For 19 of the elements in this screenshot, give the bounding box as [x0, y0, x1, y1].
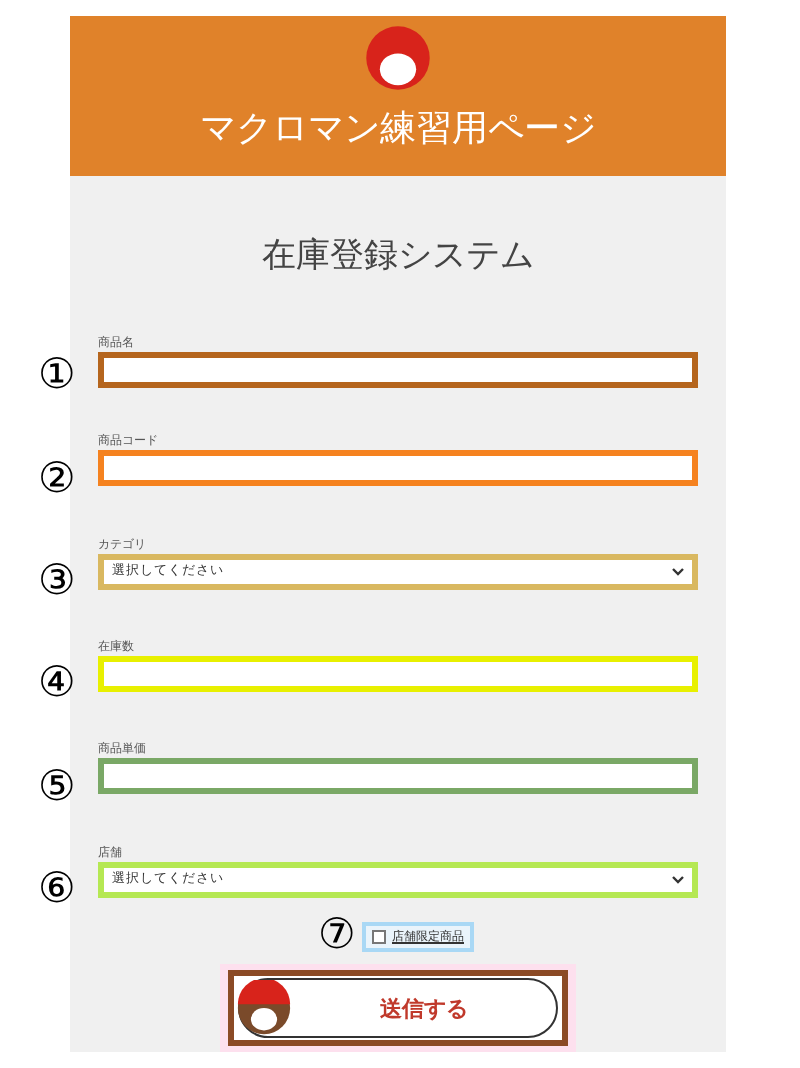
number-marker: ⑥: [38, 866, 76, 911]
form-title: 在庫登録システム: [262, 233, 534, 278]
site-title: マクロマン練習用ページ: [200, 106, 596, 152]
input-field[interactable]: [98, 351, 698, 388]
number-marker: ⑦: [318, 912, 356, 957]
input-field[interactable]: [98, 450, 698, 487]
number-marker: ①: [38, 352, 76, 397]
avatar-icon: [236, 980, 292, 1037]
checkbox[interactable]: [372, 930, 386, 945]
number-marker: ③: [38, 557, 76, 602]
number-marker: ⑤: [38, 763, 76, 808]
chevron-down-icon: [672, 875, 684, 884]
submit-button[interactable]: 送信する: [228, 970, 568, 1047]
number-marker: ④: [38, 660, 76, 705]
input-field[interactable]: [98, 758, 698, 795]
chevron-down-icon: [672, 567, 684, 576]
mascot-logo-icon: [364, 24, 432, 92]
submit-label: 送信する: [378, 993, 470, 1024]
number-marker: ②: [38, 455, 76, 500]
